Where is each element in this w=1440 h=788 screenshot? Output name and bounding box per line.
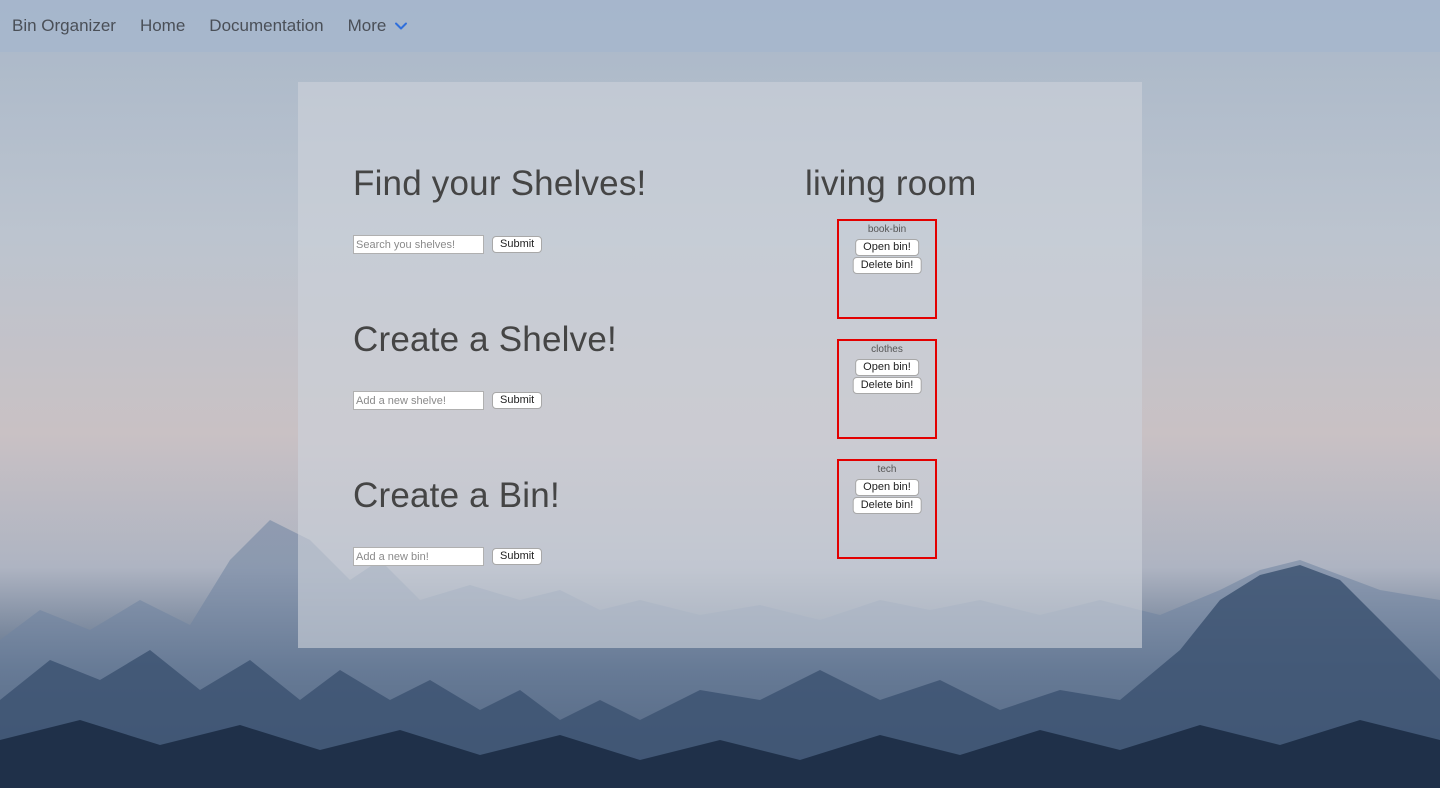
search-shelves-submit-button[interactable]: Submit (492, 236, 543, 253)
create-bin-heading: Create a Bin! (353, 476, 560, 515)
bin-card: tech Open bin! Delete bin! (837, 459, 937, 559)
open-bin-button[interactable]: Open bin! (855, 359, 919, 376)
open-bin-button[interactable]: Open bin! (855, 479, 919, 496)
brand-link[interactable]: Bin Organizer (12, 16, 116, 36)
bin-card: clothes Open bin! Delete bin! (837, 339, 937, 439)
bin-name: tech (877, 464, 897, 475)
top-navbar: Bin Organizer Home Documentation More (0, 0, 1440, 52)
delete-bin-button[interactable]: Delete bin! (852, 377, 922, 394)
nav-more-label: More (347, 16, 387, 35)
nav-link-documentation[interactable]: Documentation (209, 16, 323, 36)
delete-bin-button[interactable]: Delete bin! (852, 497, 922, 514)
new-bin-input[interactable] (353, 547, 484, 566)
bin-card: book-bin Open bin! Delete bin! (837, 219, 937, 319)
search-shelves-input[interactable] (353, 235, 484, 254)
create-shelve-heading: Create a Shelve! (353, 320, 617, 359)
find-shelves-heading: Find your Shelves! (353, 164, 647, 203)
main-panel: Find your Shelves! Submit Create a Shelv… (298, 82, 1142, 648)
open-bin-button[interactable]: Open bin! (855, 239, 919, 256)
new-shelve-input[interactable] (353, 391, 484, 410)
bin-name: book-bin (867, 224, 907, 235)
create-shelve-submit-button[interactable]: Submit (492, 392, 543, 409)
nav-link-home[interactable]: Home (140, 16, 185, 36)
nav-more-dropdown[interactable]: More (348, 16, 409, 36)
delete-bin-button[interactable]: Delete bin! (852, 257, 922, 274)
chevron-down-icon (395, 22, 408, 30)
bin-name: clothes (871, 344, 903, 355)
create-bin-submit-button[interactable]: Submit (492, 548, 543, 565)
shelf-title: living room (805, 164, 977, 203)
